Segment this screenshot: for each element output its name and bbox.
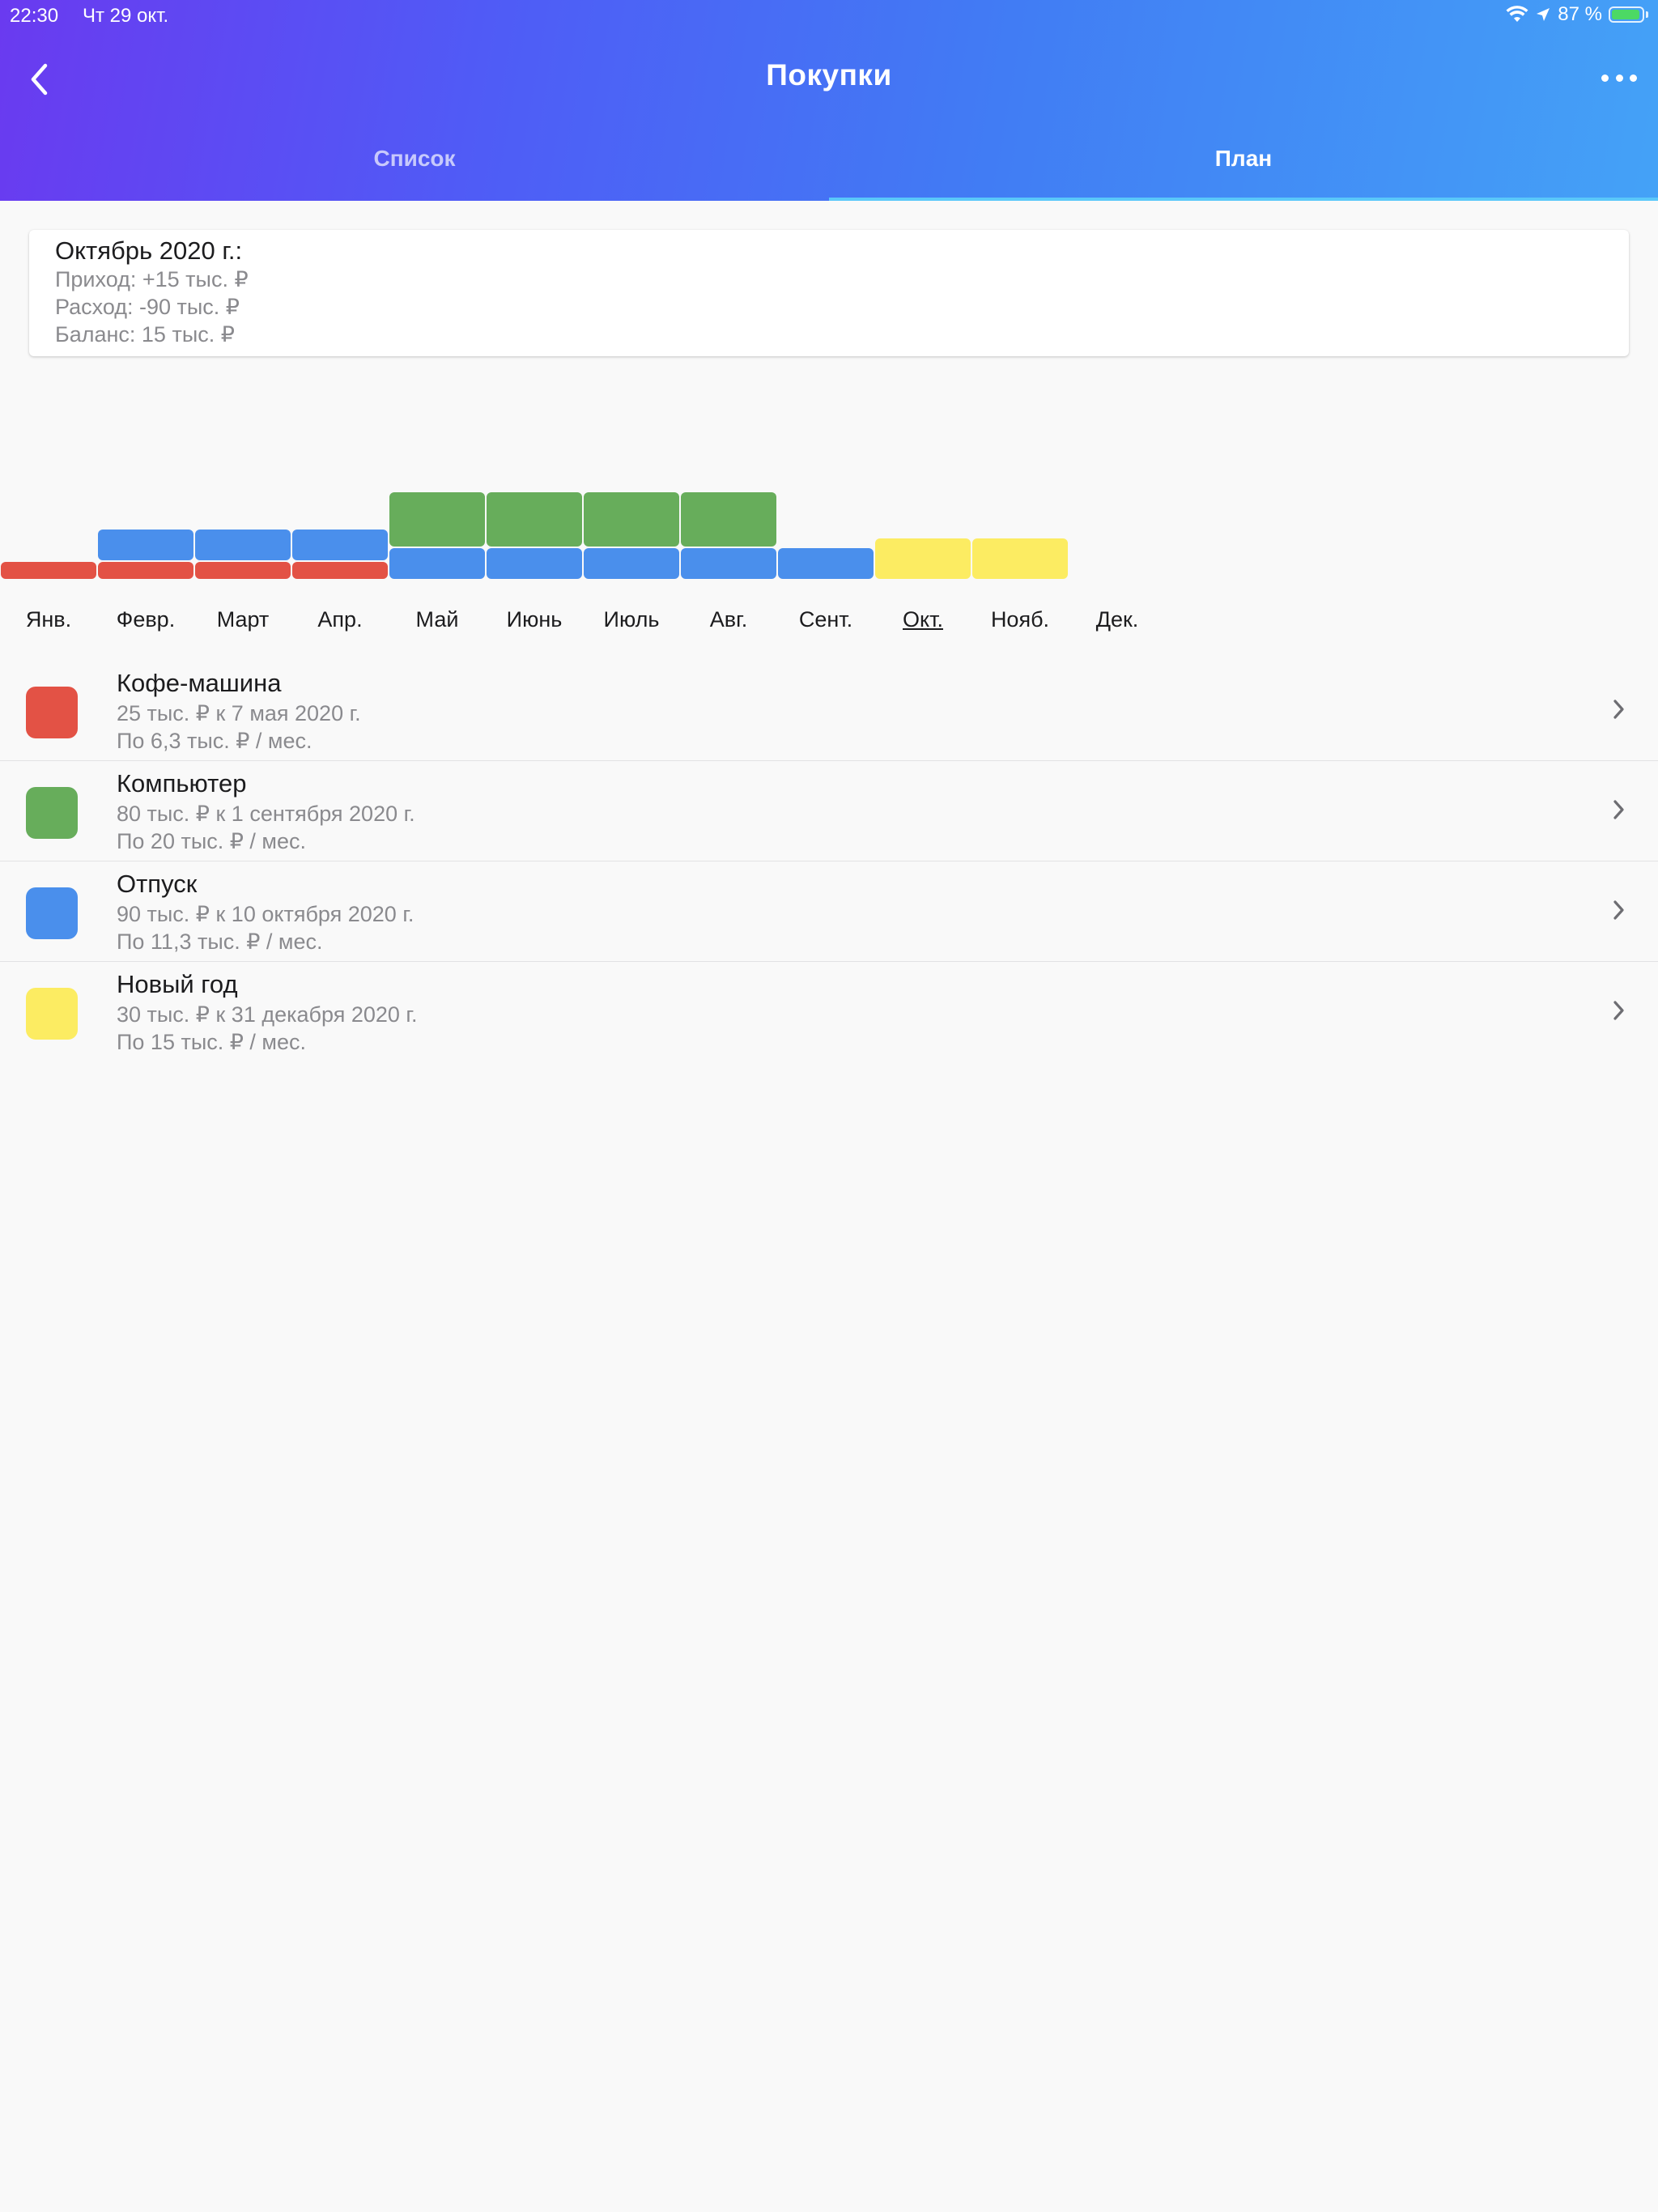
goal-monthly: По 20 тыс. ₽ / мес.: [117, 829, 306, 853]
goal-row[interactable]: Новый год 30 тыс. ₽ к 31 декабря 2020 г. П…: [0, 962, 1658, 1062]
month-summary-card: Октябрь 2020 г.: Приход: +15 тыс. ₽ Расх…: [29, 230, 1629, 356]
status-date: Чт 29 окт.: [83, 5, 169, 27]
status-time: 22:30: [10, 5, 59, 27]
goal-name: Новый год: [117, 970, 238, 998]
month-label[interactable]: Нояб.: [971, 607, 1069, 632]
summary-expense: Расход: -90 тыс. ₽: [55, 295, 240, 319]
chart-bar: [98, 530, 193, 560]
goal-row[interactable]: Компьютер 80 тыс. ₽ к 1 сентября 2020 г. П…: [0, 761, 1658, 861]
monthly-plan-chart: Янв. Февр. Март Апр. Май Июнь Июль Авг. Сент. Окт…: [0, 405, 1182, 648]
tab-list[interactable]: Список: [0, 146, 829, 201]
month-label[interactable]: Сент.: [777, 607, 874, 632]
chart-bar: [681, 548, 776, 579]
ellipsis-dot: [1615, 74, 1623, 82]
goal-target: 25 тыс. ₽ к 7 мая 2020 г.: [117, 701, 361, 725]
month-label[interactable]: Дек.: [1069, 607, 1166, 632]
wifi-icon: [1506, 6, 1528, 22]
month-label[interactable]: Июнь: [486, 607, 583, 632]
battery-tip: [1646, 11, 1648, 18]
goal-target: 90 тыс. ₽ к 10 октября 2020 г.: [117, 902, 414, 926]
header: 22:30 Чт 29 окт. 87 % Покупки Список Пла…: [0, 0, 1658, 201]
goal-color-swatch: [26, 687, 78, 738]
status-bar: 22:30 Чт 29 окт. 87 %: [0, 0, 1658, 32]
goal-monthly: По 6,3 тыс. ₽ / мес.: [117, 729, 312, 753]
goal-color-swatch: [26, 887, 78, 939]
active-tab-indicator: [829, 198, 1658, 201]
month-label[interactable]: Февр.: [97, 607, 194, 632]
chart-bar: [195, 562, 291, 579]
month-label[interactable]: Июль: [583, 607, 680, 632]
chart-bar: [292, 530, 388, 560]
chart-bar: [292, 562, 388, 579]
ellipsis-dot: [1630, 74, 1637, 82]
more-button[interactable]: [1601, 65, 1637, 91]
goal-monthly: По 15 тыс. ₽ / мес.: [117, 1030, 306, 1054]
goal-color-swatch: [26, 787, 78, 839]
chevron-right-icon: [1613, 700, 1624, 719]
goal-name: Кофе-машина: [117, 669, 282, 697]
goal-color-swatch: [26, 988, 78, 1040]
goal-monthly: По 11,3 тыс. ₽ / мес.: [117, 929, 323, 954]
goal-target: 30 тыс. ₽ к 31 декабря 2020 г.: [117, 1002, 418, 1027]
summary-title: Октябрь 2020 г.:: [55, 236, 243, 265]
ellipsis-icon: [1601, 74, 1609, 82]
month-label[interactable]: Авг.: [680, 607, 777, 632]
status-indicators: 87 %: [1506, 3, 1648, 26]
chart-bar: [487, 548, 582, 579]
page-title: Покупки: [766, 58, 892, 91]
battery-percent: 87 %: [1558, 3, 1602, 25]
tab-list-label: Список: [373, 146, 456, 171]
chart-bar: [584, 548, 679, 579]
chart-bar: [195, 530, 291, 560]
chart-bar: [389, 492, 485, 547]
month-label[interactable]: Янв.: [0, 607, 97, 632]
goal-name: Компьютер: [117, 769, 247, 798]
chevron-right-icon: [1613, 1001, 1624, 1020]
location-arrow-icon: [1537, 8, 1550, 21]
tab-plan-label: План: [1214, 146, 1273, 171]
summary-balance: Баланс: 15 тыс. ₽: [55, 322, 235, 347]
battery-icon: [1609, 6, 1644, 23]
chart-bar: [778, 548, 874, 579]
chart-bar: [875, 538, 971, 579]
chart-bar: [487, 492, 582, 547]
chart-bar: [389, 548, 485, 579]
tab-plan[interactable]: План: [829, 146, 1658, 201]
chevron-right-icon: [1613, 900, 1624, 920]
goal-row[interactable]: Отпуск 90 тыс. ₽ к 10 октября 2020 г. По 1…: [0, 861, 1658, 962]
goal-row[interactable]: Кофе-машина 25 тыс. ₽ к 7 мая 2020 г. По 6…: [0, 661, 1658, 761]
chart-bar: [972, 538, 1068, 579]
chart-bar: [681, 492, 776, 547]
chevron-right-icon: [1613, 800, 1624, 819]
chart-bar: [98, 562, 193, 579]
chart-bar: [584, 492, 679, 547]
chart-bar: [1, 562, 96, 579]
month-label[interactable]: Март: [194, 607, 291, 632]
summary-income: Приход: +15 тыс. ₽: [55, 267, 249, 291]
goal-name: Отпуск: [117, 870, 198, 898]
month-label[interactable]: Окт.: [874, 607, 971, 632]
goal-target: 80 тыс. ₽ к 1 сентября 2020 г.: [117, 802, 415, 826]
month-label[interactable]: Май: [389, 607, 486, 632]
month-label[interactable]: Апр.: [291, 607, 389, 632]
